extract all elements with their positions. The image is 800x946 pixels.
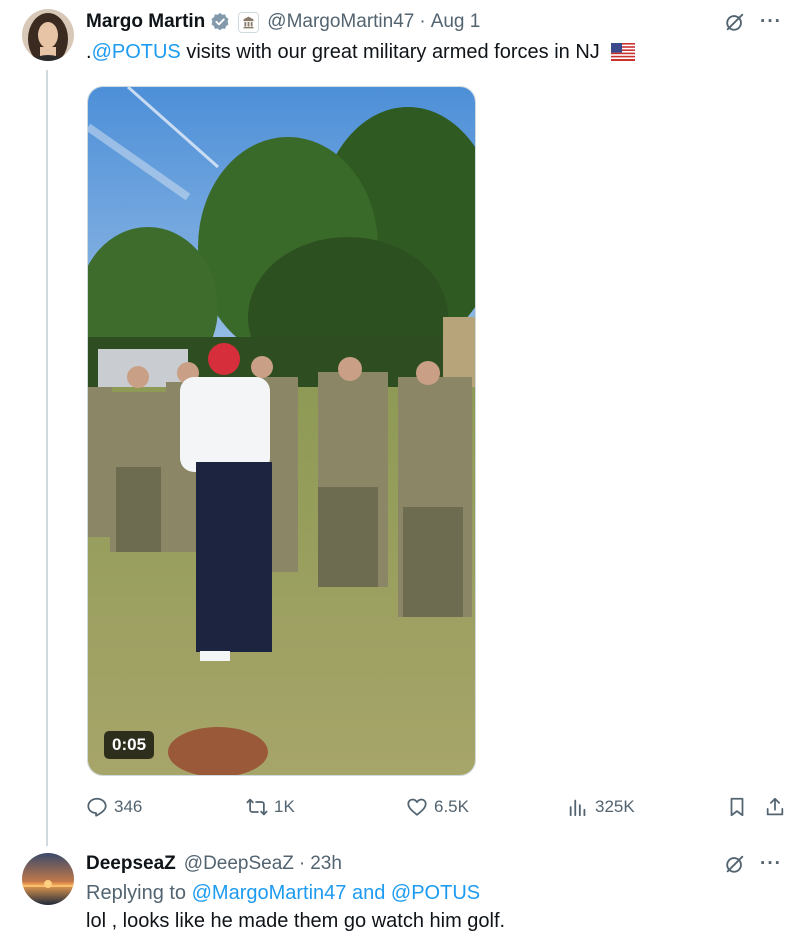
reply-button[interactable]: 346 bbox=[86, 790, 142, 824]
replying-to-prefix: Replying to bbox=[86, 882, 192, 904]
video-thumbnail bbox=[88, 87, 475, 775]
like-button[interactable]: 6.5K bbox=[406, 790, 469, 824]
reply-more-options-button[interactable]: ··· bbox=[760, 853, 782, 875]
replying-to-mentions[interactable]: @MargoMartin47 and @POTUS bbox=[192, 882, 481, 904]
avatar-deepseaz[interactable] bbox=[22, 853, 74, 905]
reply-header: DeepseaZ @DeepSeaZ · 23h ··· bbox=[86, 851, 782, 877]
repost-icon bbox=[246, 798, 268, 816]
post-video[interactable]: 0:05 bbox=[87, 86, 476, 776]
video-duration: 0:05 bbox=[104, 731, 155, 759]
reply-post: DeepseaZ @DeepSeaZ · 23h ··· Replying to… bbox=[86, 851, 782, 935]
view-count: 325K bbox=[595, 797, 635, 816]
views-chart-icon bbox=[569, 799, 586, 817]
replying-to-line: Replying to @MargoMartin47 and @POTUS bbox=[86, 879, 782, 907]
share-icon bbox=[766, 797, 784, 816]
text-body: visits with our great military armed for… bbox=[180, 41, 600, 63]
reply-author-handle[interactable]: @DeepSeaZ bbox=[184, 853, 294, 875]
repost-count: 1K bbox=[274, 797, 295, 816]
grok-icon[interactable] bbox=[724, 11, 746, 33]
heart-icon bbox=[407, 798, 427, 816]
reply-count: 346 bbox=[114, 797, 143, 816]
avatar-margo-martin[interactable] bbox=[22, 9, 74, 61]
author-name[interactable]: Margo Martin bbox=[86, 11, 205, 33]
verified-badge-icon[interactable] bbox=[210, 12, 230, 32]
views-button[interactable]: 325K bbox=[567, 790, 635, 824]
mention-potus[interactable]: @POTUS bbox=[92, 41, 181, 63]
repost-button[interactable]: 1K bbox=[246, 790, 295, 824]
main-post: Margo Martin @MargoMartin47 · Aug 1 ··· … bbox=[86, 9, 782, 66]
thread-connector bbox=[46, 70, 48, 846]
reply-text: lol , looks like he made them go watch h… bbox=[86, 910, 506, 932]
reply-separator-dot: · bbox=[298, 853, 306, 874]
bookmark-icon bbox=[730, 797, 744, 817]
separator-dot: · bbox=[419, 11, 426, 32]
affiliation-seal-icon[interactable] bbox=[238, 11, 260, 33]
post-timestamp[interactable]: Aug 1 bbox=[431, 11, 481, 33]
post-text: .@POTUS visits with our great military a… bbox=[86, 38, 782, 66]
more-options-button[interactable]: ··· bbox=[760, 11, 782, 33]
reply-icon bbox=[87, 797, 107, 817]
us-flag-icon bbox=[611, 43, 636, 61]
bookmark-button[interactable] bbox=[726, 790, 754, 824]
like-count: 6.5K bbox=[434, 797, 469, 816]
share-button[interactable] bbox=[764, 790, 792, 824]
reply-grok-icon[interactable] bbox=[724, 853, 746, 875]
reply-author-name[interactable]: DeepseaZ bbox=[86, 853, 176, 875]
post-header: Margo Martin @MargoMartin47 · Aug 1 ··· bbox=[86, 9, 782, 35]
author-handle[interactable]: @MargoMartin47 bbox=[267, 11, 414, 33]
reply-timestamp[interactable]: 23h bbox=[310, 853, 342, 875]
action-bar: 346 1K 6.5K 325K bbox=[86, 790, 791, 824]
